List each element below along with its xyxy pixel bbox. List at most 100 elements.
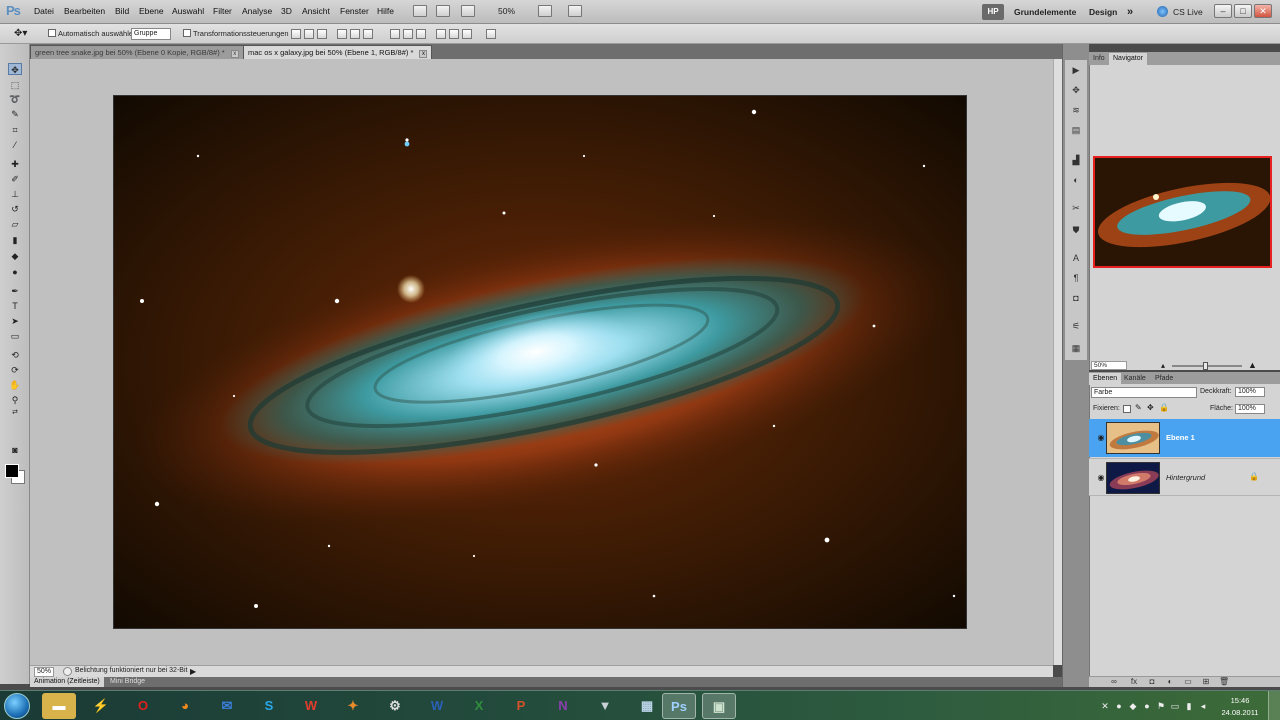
start-button[interactable] <box>4 693 30 719</box>
zoom-in-icon[interactable]: ▲ <box>1248 360 1257 370</box>
menu-fenster[interactable]: Fenster <box>340 6 369 16</box>
shape-tool-icon[interactable]: ▭ <box>8 330 22 342</box>
skype-icon[interactable]: S <box>252 693 286 719</box>
actions-icon[interactable]: ▦ <box>1069 342 1083 354</box>
more-workspaces-button[interactable]: » <box>1127 4 1133 20</box>
workspace-badge[interactable]: HP <box>982 4 1004 20</box>
remote-app-icon[interactable]: ▣ <box>702 693 736 719</box>
masks-icon[interactable]: ⛊ <box>1069 224 1083 236</box>
play-action-icon[interactable]: ▶ <box>1069 64 1083 76</box>
healing-brush-tool-icon[interactable]: ✚ <box>8 158 22 170</box>
arrange-documents-icon[interactable] <box>538 5 552 17</box>
close-window-button[interactable]: ✕ <box>1254 4 1272 18</box>
navigator-zoom-slider-handle[interactable] <box>1203 362 1208 370</box>
mini-bridge-icon[interactable] <box>436 5 450 17</box>
align-right-icon[interactable] <box>363 29 373 39</box>
office-w-icon[interactable]: W <box>294 693 328 719</box>
bridge-icon[interactable] <box>413 5 427 17</box>
excel-icon[interactable]: X <box>462 693 496 719</box>
crop-tool-icon[interactable]: ⌗ <box>8 124 22 136</box>
swap-colors-icon[interactable]: ⇄ <box>8 407 22 419</box>
opacity-field[interactable]: 100% <box>1235 387 1265 397</box>
opera-icon[interactable]: O <box>126 693 160 719</box>
tray-signal-icon[interactable]: ▮ <box>1184 701 1194 711</box>
layer-name[interactable]: Hintergrund <box>1166 473 1205 482</box>
clone-stamp-tool-icon[interactable]: ⊥ <box>8 188 22 200</box>
lock-image-icon[interactable]: ✎ <box>1135 403 1142 412</box>
menu-ebene[interactable]: Ebene <box>139 6 164 16</box>
tray-volume-icon[interactable]: ◂ <box>1198 701 1208 711</box>
tab-channels[interactable]: Kanäle <box>1120 373 1150 385</box>
lock-position-icon[interactable]: ✥ <box>1147 403 1154 412</box>
screen-mode-icon[interactable] <box>568 5 582 17</box>
align-left-icon[interactable] <box>337 29 347 39</box>
menu-analyse[interactable]: Analyse <box>242 6 272 16</box>
character-icon[interactable]: A <box>1069 252 1083 264</box>
explorer-icon[interactable]: ▬ <box>42 693 76 719</box>
menu-bild[interactable]: Bild <box>115 6 129 16</box>
paragraph-icon[interactable]: ¶ <box>1069 272 1083 284</box>
navigator-view-box[interactable] <box>1093 156 1272 268</box>
distribute-left-icon[interactable] <box>436 29 446 39</box>
gradient-tool-icon[interactable]: ▮ <box>8 234 22 246</box>
outlook-icon[interactable]: ✦ <box>336 693 370 719</box>
tool-presets-icon[interactable]: ✥ <box>1069 84 1083 96</box>
distribute-bottom-icon[interactable] <box>416 29 426 39</box>
3d-orbit-tool-icon[interactable]: ⟳ <box>8 364 22 376</box>
history-brush-tool-icon[interactable]: ↺ <box>8 203 22 215</box>
align-hcenter-icon[interactable] <box>350 29 360 39</box>
tray-monitor-icon[interactable]: ▭ <box>1170 701 1180 711</box>
cs-live-button[interactable]: CS Live <box>1173 4 1203 20</box>
thunderbird-icon[interactable]: ✉ <box>210 693 244 719</box>
lock-all-icon[interactable]: 🔒 <box>1159 403 1169 412</box>
path-selection-tool-icon[interactable]: ➤ <box>8 315 22 327</box>
status-info-icon[interactable] <box>63 667 72 676</box>
workspace-essentials-button[interactable]: Grundelemente <box>1014 4 1076 20</box>
eraser-tool-icon[interactable]: ▱ <box>8 218 22 230</box>
lasso-tool-icon[interactable]: ➰ <box>8 93 22 105</box>
menu-hilfe[interactable]: Hilfe <box>377 6 394 16</box>
onenote-icon[interactable]: N <box>546 693 580 719</box>
dodge-tool-icon[interactable]: ● <box>8 266 22 278</box>
menu-auswahl[interactable]: Auswahl <box>172 6 204 16</box>
show-desktop-button[interactable] <box>1268 691 1280 720</box>
menu-ansicht[interactable]: Ansicht <box>302 6 330 16</box>
tray-antivirus-icon[interactable]: ◆ <box>1128 701 1138 711</box>
type-tool-icon[interactable]: T <box>8 300 22 312</box>
tray-network-icon[interactable]: ● <box>1114 701 1124 711</box>
tab-navigator[interactable]: Navigator <box>1109 53 1147 65</box>
adjustments-icon[interactable]: ◐ <box>1069 174 1083 186</box>
clone-source-icon[interactable]: ▤ <box>1069 124 1083 136</box>
document-canvas-image[interactable] <box>113 95 967 629</box>
menu-bearbeiten[interactable]: Bearbeiten <box>64 6 105 16</box>
pen-tool-icon[interactable]: ✒ <box>8 285 22 297</box>
3d-panel-icon[interactable]: ◘ <box>1069 292 1083 304</box>
adjustment-layer-icon[interactable]: ◐ <box>1165 677 1175 687</box>
tab-mini-bridge[interactable]: Mini Bridge <box>106 677 149 687</box>
menu-datei[interactable]: Datei <box>34 6 54 16</box>
vertical-scrollbar[interactable] <box>1053 59 1062 665</box>
tab-info[interactable]: Info <box>1089 53 1109 65</box>
link-layers-icon[interactable]: ∞ <box>1109 677 1119 687</box>
clock-time[interactable]: 15:46 <box>1220 696 1260 705</box>
history-icon[interactable]: ⚟ <box>1069 320 1083 332</box>
foreground-color-swatch[interactable] <box>5 464 19 478</box>
tab-galaxy[interactable]: mac os x galaxy.jpg bei 50% (Ebene 1, RG… <box>243 45 433 59</box>
auto-align-layers-icon[interactable] <box>486 29 496 39</box>
calculator-icon[interactable]: ▦ <box>630 693 664 719</box>
add-mask-icon[interactable]: ◘ <box>1147 677 1157 687</box>
layer-row[interactable]: ◉ Ebene 1 <box>1089 419 1280 457</box>
menu-filter[interactable]: Filter <box>213 6 232 16</box>
tab-animation-timeline[interactable]: Animation (Zeitleiste) <box>30 677 104 687</box>
powerpoint-icon[interactable]: P <box>504 693 538 719</box>
view-extras-icon[interactable] <box>461 5 475 17</box>
zoom-tool-icon[interactable]: ⚲ <box>8 394 22 406</box>
auto-select-dropdown[interactable]: Gruppe <box>131 28 171 40</box>
close-icon[interactable]: x <box>230 50 239 58</box>
steam-icon[interactable]: ⚙ <box>378 693 412 719</box>
lock-transparent-icon[interactable] <box>1123 405 1131 413</box>
usb-stick-icon[interactable]: ▼ <box>588 693 622 719</box>
tab-layers[interactable]: Ebenen <box>1089 373 1122 385</box>
auto-select-checkbox[interactable] <box>48 29 56 37</box>
status-menu-arrow-icon[interactable]: ▶ <box>190 667 196 676</box>
